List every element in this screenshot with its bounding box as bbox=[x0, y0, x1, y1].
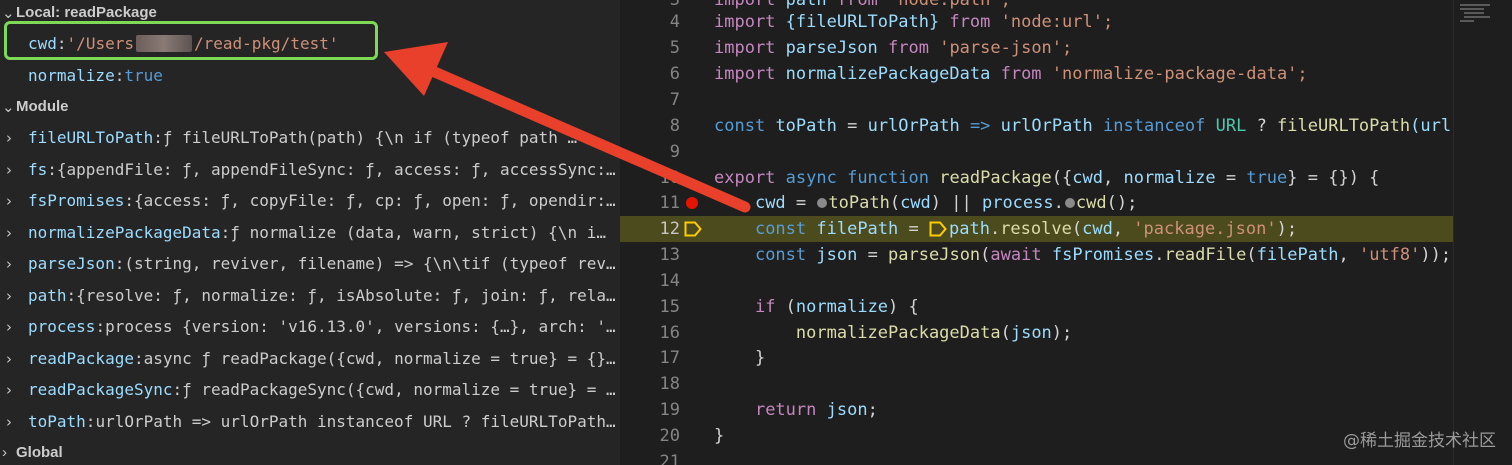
code-line: 8 const toPath = urlOrPath => urlOrPath … bbox=[669, 115, 1452, 136]
section-module[interactable]: ⌄ Module bbox=[0, 91, 620, 122]
var-normalizePackageData[interactable]: › normalizePackageData: ƒ normalize (dat… bbox=[0, 217, 620, 248]
code-editor[interactable]: 3 import path from 'node:path'; 4 import… bbox=[620, 0, 1512, 465]
var-readPackage[interactable]: › readPackage: async ƒ readPackage({cwd,… bbox=[0, 343, 620, 374]
code-line: 6 import normalizePackageData from 'norm… bbox=[669, 63, 1308, 84]
chevron-right-icon: › bbox=[6, 412, 12, 431]
code-line: 18 bbox=[659, 373, 680, 394]
code-line: 19 return json; bbox=[659, 399, 878, 420]
chevron-right-icon: › bbox=[6, 254, 12, 273]
code-line: 16 normalizePackageData(json); bbox=[659, 322, 1073, 343]
minimap[interactable] bbox=[1453, 0, 1512, 465]
chevron-right-icon: › bbox=[6, 349, 12, 368]
chevron-down-icon: ⌄ bbox=[2, 4, 15, 22]
chevron-down-icon: ⌄ bbox=[2, 98, 15, 116]
var-fileURLToPath[interactable]: › fileURLToPath: ƒ fileURLToPath(path) {… bbox=[0, 122, 620, 153]
chevron-right-icon: › bbox=[6, 317, 12, 336]
var-fs[interactable]: › fs: {appendFile: ƒ, appendFileSync: ƒ,… bbox=[0, 154, 620, 185]
section-global[interactable]: › Global bbox=[0, 437, 620, 465]
var-process[interactable]: › process: process {version: 'v16.13.0',… bbox=[0, 311, 620, 342]
variables-panel: ⌄ Local: readPackage cwd: '/Users /read-… bbox=[0, 0, 620, 465]
var-readPackageSync[interactable]: › readPackageSync: ƒ readPackageSync({cw… bbox=[0, 374, 620, 405]
code-line: 5 import parseJson from 'parse-json'; bbox=[669, 37, 1073, 58]
chevron-right-icon: › bbox=[6, 380, 12, 399]
var-normalize[interactable]: normalize: true bbox=[0, 60, 620, 91]
chevron-right-icon: › bbox=[6, 286, 12, 305]
chevron-right-icon: › bbox=[6, 160, 12, 179]
cwd-highlight-box bbox=[4, 21, 378, 60]
code-line: 13 const json = parseJson(await fsPromis… bbox=[659, 244, 1452, 265]
code-line: 15 if (normalize) { bbox=[659, 296, 919, 317]
code-line: 14 bbox=[659, 270, 680, 291]
var-fsPromises[interactable]: › fsPromises: {access: ƒ, copyFile: ƒ, c… bbox=[0, 185, 620, 216]
var-path[interactable]: › path: {resolve: ƒ, normalize: ƒ, isAbs… bbox=[0, 280, 620, 311]
inline-breakpoint-dot-icon[interactable] bbox=[1064, 197, 1075, 208]
code-line: 17 } bbox=[659, 347, 766, 368]
code-line: 9 bbox=[669, 141, 680, 162]
chevron-right-icon: › bbox=[2, 444, 7, 462]
code-line-breakpoint: 11 cwd = toPath(cwd) || process. cwd(); bbox=[659, 192, 1138, 213]
breakpoint-icon[interactable] bbox=[686, 197, 698, 209]
inline-breakpoint-dot-icon[interactable] bbox=[817, 197, 828, 208]
inline-stop-arrow-icon bbox=[929, 221, 947, 237]
code-line: 21 bbox=[659, 451, 680, 465]
chevron-right-icon: › bbox=[6, 191, 12, 210]
var-toPath[interactable]: › toPath: urlOrPath => urlOrPath instanc… bbox=[0, 406, 620, 437]
code-line: 4 import {fileURLToPath} from 'node:url'… bbox=[669, 11, 1114, 32]
chevron-right-icon: › bbox=[6, 223, 12, 242]
watermark: @稀土掘金技术社区 bbox=[1343, 431, 1496, 451]
code-line: 7 bbox=[669, 89, 680, 110]
code-line: 10 export async function readPackage({cw… bbox=[659, 167, 1380, 188]
chevron-right-icon: › bbox=[6, 128, 12, 147]
code-line-current: 12 const filePath = path.resolve(cwd, 'p… bbox=[620, 216, 1512, 242]
current-execution-arrow-icon bbox=[684, 221, 702, 237]
var-parseJson[interactable]: › parseJson: (string, reviver, filename)… bbox=[0, 248, 620, 279]
